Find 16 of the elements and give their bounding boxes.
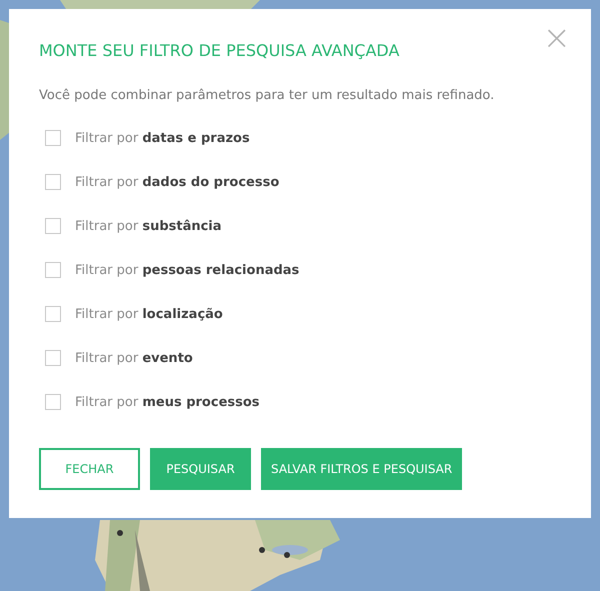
checkbox[interactable] [45,174,61,190]
checkbox[interactable] [45,306,61,322]
filter-label[interactable]: Filtrar por pessoas relacionadas [75,262,300,278]
filter-label[interactable]: Filtrar por datas e prazos [75,130,250,146]
filter-label[interactable]: Filtrar por dados do processo [75,174,280,190]
checkbox[interactable] [45,394,61,410]
filter-label[interactable]: Filtrar por meus processos [75,394,260,410]
checkbox[interactable] [45,262,61,278]
filter-label[interactable]: Filtrar por substância [75,218,222,234]
filter-label[interactable]: Filtrar por evento [75,350,193,366]
checkbox[interactable] [45,350,61,366]
dialog-title: MONTE SEU FILTRO DE PESQUISA AVANÇADA [39,41,400,61]
filter-label[interactable]: Filtrar por localização [75,306,223,322]
checkbox[interactable] [45,130,61,146]
checkbox[interactable] [45,218,61,234]
description-text: Você pode combinar parâmetros para ter um resultado mais refinado. [39,87,496,105]
